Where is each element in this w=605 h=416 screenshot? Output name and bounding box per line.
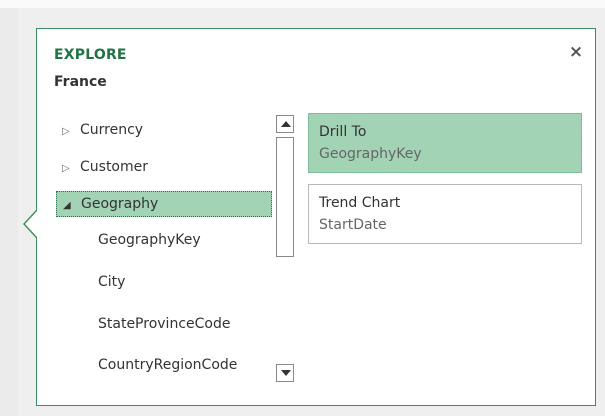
callout-pointer-fill	[25, 211, 37, 237]
tree-child-city[interactable]: City	[98, 274, 125, 290]
backdrop-top-strip	[0, 0, 605, 8]
tree-item-label: Customer	[80, 159, 149, 175]
scroll-up-button[interactable]	[276, 115, 294, 133]
arrow-down-icon	[281, 370, 291, 376]
field-tree: ▷ Currency ▷ Customer ◢ Geography Geography…	[56, 112, 272, 382]
close-icon[interactable]: ×	[568, 43, 584, 61]
tree-item-label: Currency	[80, 122, 144, 138]
explore-title: EXPLORE	[54, 47, 127, 63]
trend-chart-title: Trend Chart	[319, 195, 401, 211]
backdrop-left-strip	[0, 0, 18, 416]
tree-item-label: Geography	[81, 196, 159, 212]
triangle-right-icon: ▷	[62, 163, 70, 174]
triangle-right-icon: ▷	[62, 126, 70, 137]
tree-scrollbar[interactable]	[276, 115, 296, 382]
drill-to-title: Drill To	[319, 124, 367, 140]
tree-child-stateprovincecode[interactable]: StateProvinceCode	[98, 316, 230, 332]
drill-to-subtitle: GeographyKey	[319, 146, 422, 162]
tree-item-currency[interactable]: ▷ Currency	[56, 118, 272, 144]
explore-subtitle: France	[54, 74, 107, 90]
arrow-up-icon	[281, 121, 291, 127]
trend-chart-subtitle: StartDate	[319, 217, 387, 233]
tree-item-geography[interactable]: ◢ Geography	[56, 191, 272, 217]
tree-child-geographykey[interactable]: GeographyKey	[98, 232, 201, 248]
scroll-thumb[interactable]	[276, 137, 294, 257]
trend-chart-card[interactable]: Trend Chart StartDate	[308, 184, 582, 244]
scroll-down-button[interactable]	[276, 364, 294, 382]
drill-to-card[interactable]: Drill To GeographyKey	[308, 113, 582, 173]
triangle-down-icon: ◢	[63, 200, 71, 211]
tree-item-customer[interactable]: ▷ Customer	[56, 155, 272, 181]
tree-child-countryregioncode[interactable]: CountryRegionCode	[98, 357, 237, 373]
